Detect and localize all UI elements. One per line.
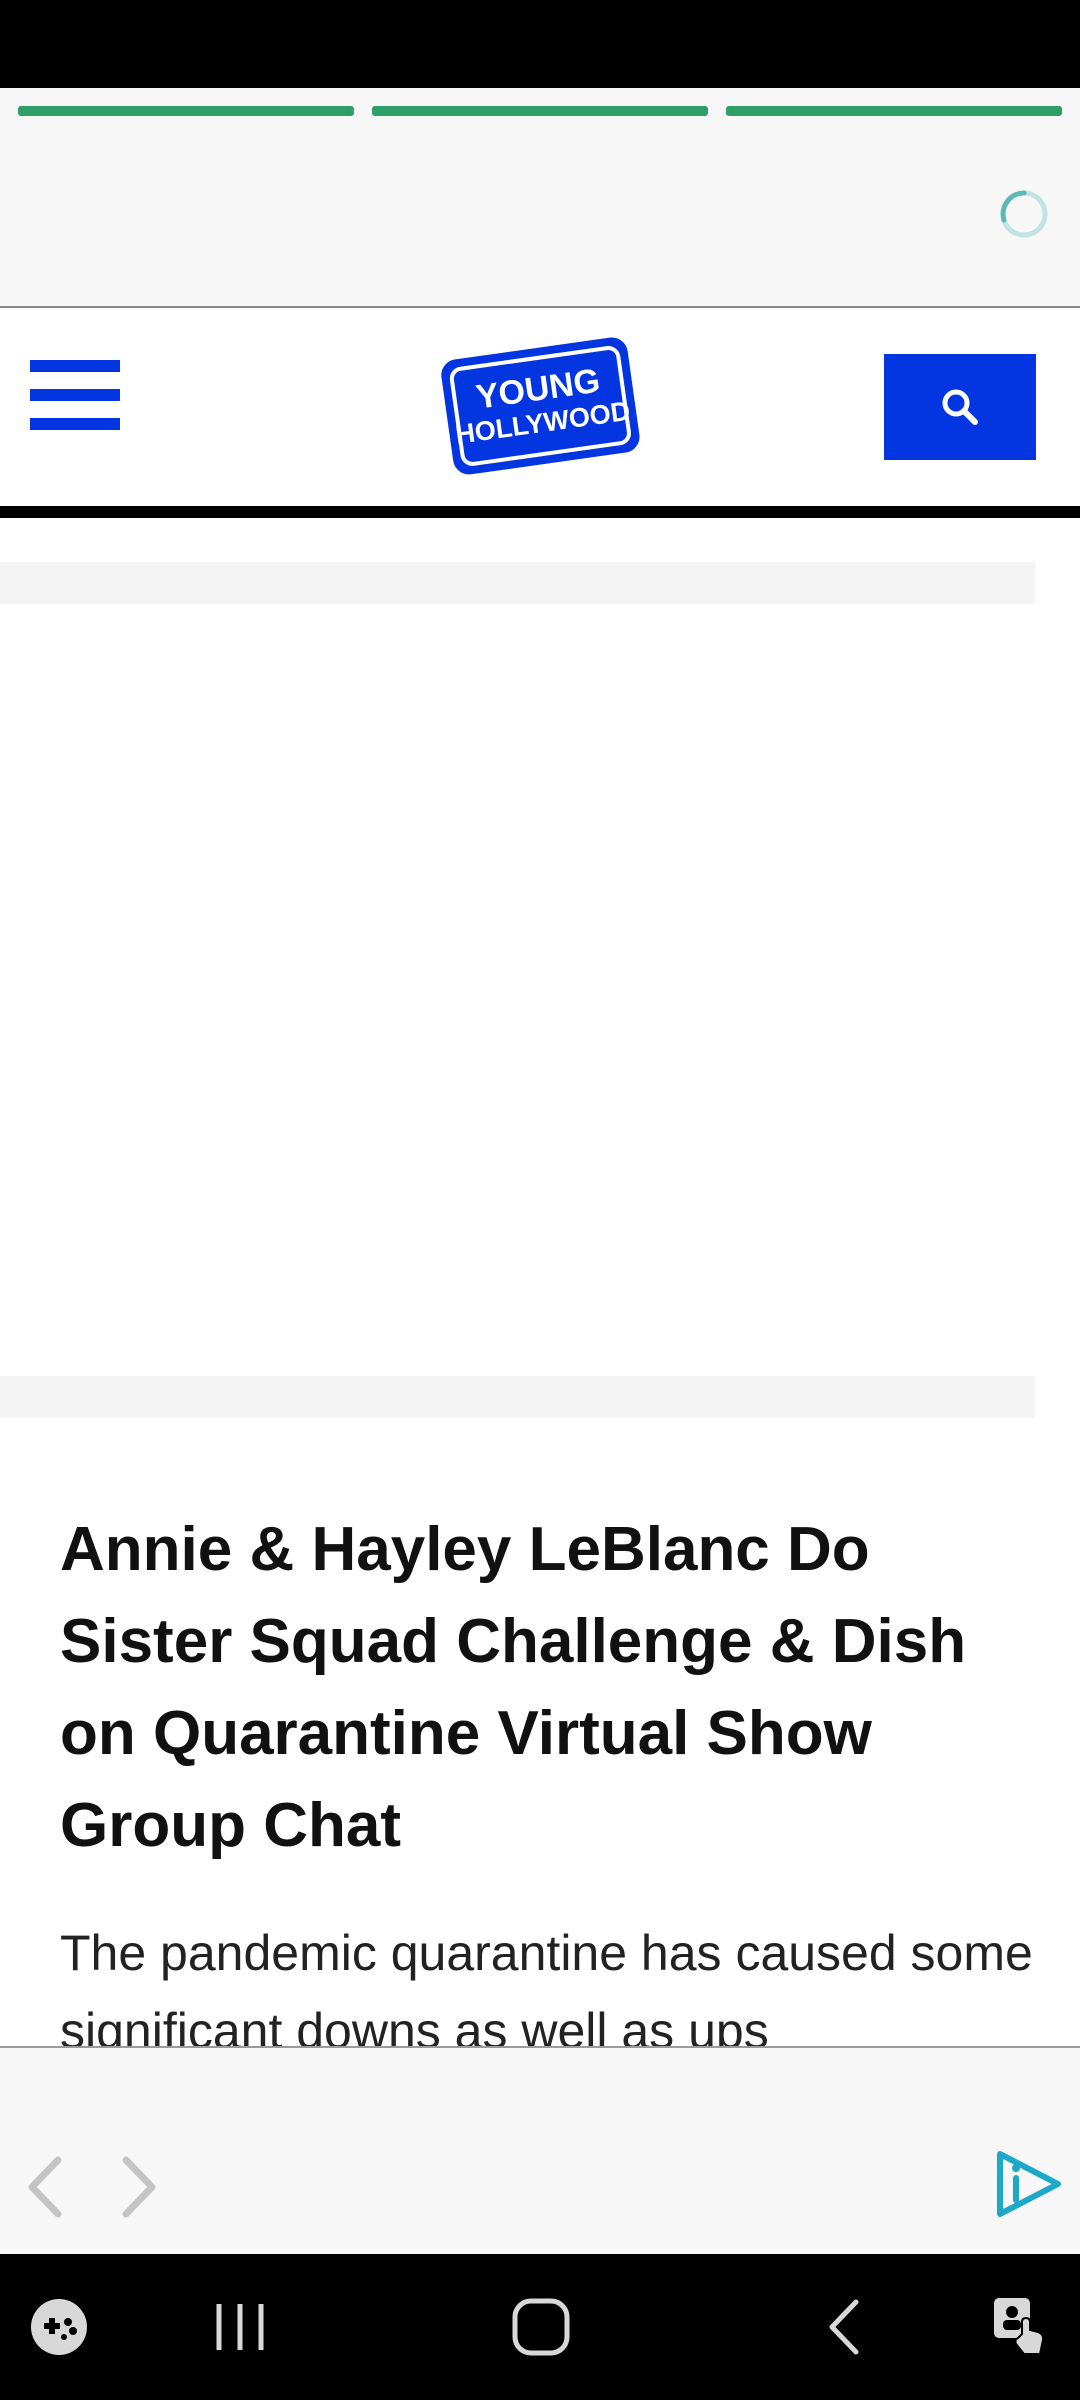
hamburger-menu-icon[interactable] — [30, 360, 120, 430]
article-body-viewport: The pandemic quarantine has caused some … — [0, 1900, 1080, 2046]
accessibility-icon[interactable] — [986, 2292, 1056, 2362]
menu-bar — [30, 418, 120, 430]
story-footer — [0, 2046, 1080, 2254]
story-progress-segment — [18, 106, 354, 116]
back-icon[interactable] — [810, 2292, 880, 2362]
loading-spinner-icon — [1000, 190, 1048, 238]
story-progress-fill — [372, 106, 708, 116]
chevron-right-icon[interactable] — [108, 2152, 168, 2222]
ad-band-bottom — [0, 1376, 1035, 1418]
home-icon[interactable] — [506, 2292, 576, 2362]
status-bar — [0, 0, 1080, 88]
site-navbar: YOUNG HOLLYWOOD — [0, 308, 1080, 506]
article-body: The pandemic quarantine has caused some … — [60, 1925, 1033, 2046]
article-title[interactable]: Annie & Hayley LeBlanc Do Sister Squad C… — [60, 1504, 1020, 1872]
young-hollywood-logo[interactable]: YOUNG HOLLYWOOD — [436, 328, 644, 478]
search-button[interactable] — [884, 354, 1036, 460]
menu-bar — [30, 360, 120, 372]
story-progress-fill — [18, 106, 354, 116]
ad-slot[interactable] — [0, 604, 1035, 1376]
game-launcher-icon[interactable] — [24, 2292, 94, 2362]
menu-bar — [30, 389, 120, 401]
search-icon — [942, 389, 978, 425]
story-progress-segment — [726, 106, 1062, 116]
story-progress-fill — [726, 106, 1062, 116]
recent-apps-icon[interactable] — [205, 2292, 275, 2362]
ad-band-top — [0, 562, 1035, 604]
story-progress — [18, 106, 1062, 116]
chevron-left-icon[interactable] — [16, 2152, 76, 2222]
story-progress-segment — [372, 106, 708, 116]
navbar-rule — [0, 506, 1080, 518]
story-header — [0, 88, 1080, 306]
play-info-icon[interactable] — [992, 2148, 1064, 2220]
system-navigation-bar — [0, 2254, 1080, 2400]
